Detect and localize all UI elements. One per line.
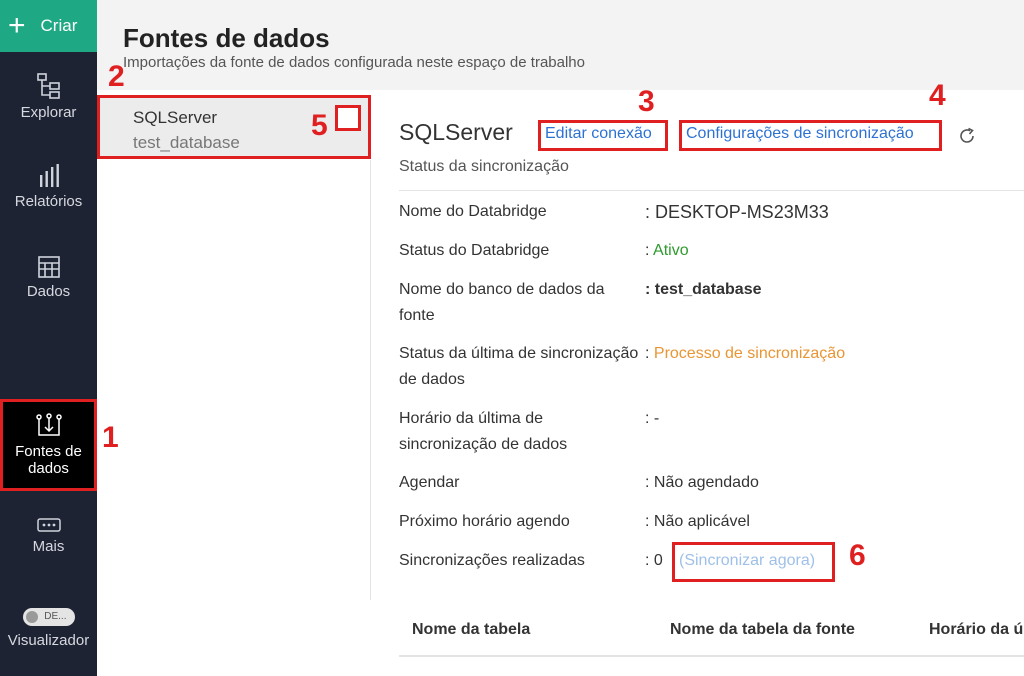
row-label-databridge-status: Status do Databridge — [399, 242, 550, 259]
nav-item-mais[interactable]: Mais — [0, 516, 97, 555]
nav-label-explorar: Explorar — [20, 104, 77, 121]
nav-label-dados: Dados — [26, 283, 71, 300]
page-subtitle: Importações da fonte de dados configurad… — [123, 54, 585, 71]
table-header-table-name[interactable]: Nome da tabela — [412, 621, 530, 639]
annotation-4: 4 — [929, 79, 946, 112]
row-value-prefix: : — [645, 242, 654, 259]
row-label-databridge-name: Nome do Databridge — [399, 203, 547, 220]
annotation-3: 3 — [638, 85, 655, 118]
annotation-6: 6 — [849, 539, 866, 572]
viewer-toggle-icon[interactable]: DE... — [22, 608, 75, 626]
annotation-1: 1 — [102, 421, 119, 454]
row-label-schedule: Agendar — [399, 474, 460, 491]
panel-divider — [370, 160, 371, 600]
nav-item-relatorios[interactable]: Relatórios — [0, 163, 97, 210]
row-value-databridge-status: : Ativo — [645, 238, 689, 264]
row-label-last-sync-time: Horário da última de sincronização de da… — [399, 410, 568, 453]
row-value-last-sync-status: : Processo de sincronização — [645, 341, 845, 367]
detail-title: SQLServer — [399, 119, 513, 145]
row-label-source-db-name: Nome do banco de dados da fonte — [399, 281, 605, 324]
nav-label-relatorios: Relatórios — [14, 193, 83, 210]
create-label: Criar — [40, 16, 78, 35]
sync-settings-link[interactable]: Configurações de sincronização — [679, 120, 942, 151]
row-value-last-sync-time: : - — [645, 410, 660, 427]
left-nav: + Criar Explorar Relatórios Dados Fontes… — [0, 0, 97, 676]
source-name: SQLServer — [133, 108, 218, 127]
page-title: Fontes de dados — [123, 23, 330, 53]
row-value-source-db-name: : test_database — [645, 281, 762, 298]
row-value-prefix: : — [645, 345, 654, 362]
row-label-next-schedule: Próximo horário agendo — [399, 513, 570, 530]
row-value-syncs-done: : 0 — [645, 552, 663, 569]
nav-label-mais: Mais — [32, 538, 65, 555]
detail-divider — [399, 190, 1024, 191]
sync-process-text: Processo de sincronização — [653, 345, 846, 362]
source-database: test_database — [133, 133, 240, 152]
data-sources-icon — [35, 413, 62, 436]
plus-icon: + — [8, 9, 26, 42]
nav-item-fontes-de-dados[interactable]: Fontes de dados — [0, 399, 97, 491]
nav-item-explorar[interactable]: Explorar — [0, 72, 97, 121]
row-value-databridge-name: : DESKTOP-MS23M33 — [645, 202, 829, 222]
nav-label-fontes-de-dados: Fontes de dados — [15, 443, 82, 477]
more-icon — [36, 518, 61, 532]
sync-now-link[interactable]: (Sincronizar agora) — [672, 542, 835, 582]
nav-item-visualizador[interactable]: DE... Visualizador — [0, 606, 97, 649]
row-value-schedule: : Não agendado — [645, 474, 759, 491]
sync-status-heading: Status da sincronização — [399, 158, 569, 175]
explore-icon — [36, 73, 60, 99]
status-active-text: Ativo — [653, 242, 689, 259]
source-select-checkbox[interactable] — [335, 105, 361, 131]
create-button[interactable]: + Criar — [0, 0, 97, 52]
page-header: Fontes de dados Importações da fonte de … — [97, 0, 1024, 90]
annotation-2: 2 — [108, 60, 125, 93]
row-value-next-schedule: : Não aplicável — [645, 513, 750, 530]
edit-connection-link[interactable]: Editar conexão — [538, 120, 668, 151]
nav-item-dados[interactable]: Dados — [0, 255, 97, 300]
source-list-item[interactable]: SQLServer test_database — [97, 95, 371, 159]
table-header-source-table-name[interactable]: Nome da tabela da fonte — [670, 621, 855, 639]
row-label-last-sync-status: Status da última de sincronização de dad… — [399, 345, 639, 388]
table-header-divider — [399, 655, 1024, 657]
reports-icon — [39, 164, 59, 187]
refresh-icon[interactable] — [957, 126, 977, 146]
annotation-5: 5 — [311, 109, 328, 142]
nav-label-visualizador: Visualizador — [7, 632, 90, 649]
row-label-syncs-done: Sincronizações realizadas — [399, 552, 585, 569]
table-header-last-time[interactable]: Horário da ú — [929, 621, 1023, 639]
data-table-icon — [37, 256, 60, 278]
